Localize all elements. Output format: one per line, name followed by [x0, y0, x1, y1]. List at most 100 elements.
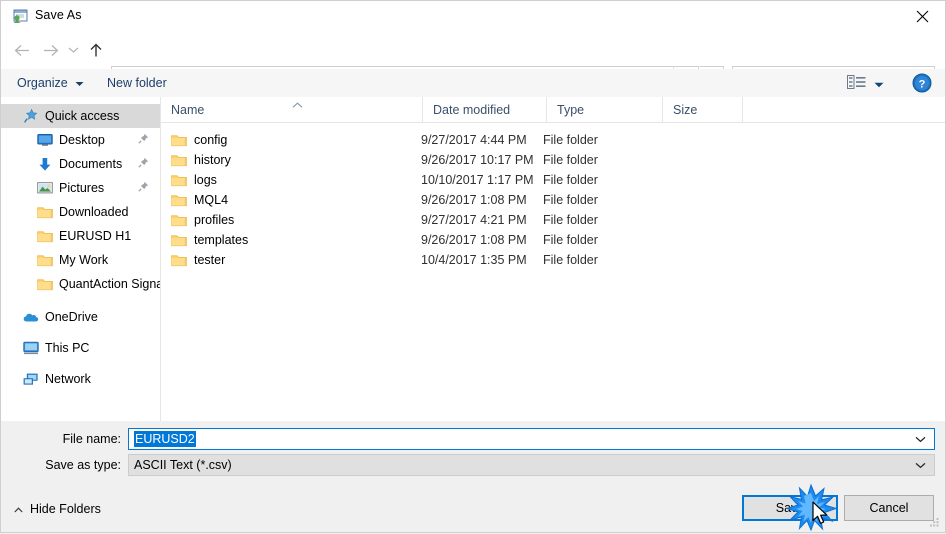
column-header-type[interactable]: Type: [547, 97, 663, 122]
file-type: File folder: [543, 213, 598, 227]
close-icon[interactable]: [899, 1, 945, 31]
change-view-button[interactable]: [847, 74, 884, 93]
file-name-cell: tester: [161, 253, 421, 267]
arrow-left-icon[interactable]: [9, 37, 35, 63]
sidebar-item-label: Downloaded: [59, 205, 129, 219]
resize-grip-icon[interactable]: [929, 517, 940, 528]
arrow-up-icon[interactable]: [83, 37, 109, 63]
network-icon: [23, 371, 39, 387]
file-name: templates: [194, 233, 249, 247]
sidebar-item-label: This PC: [45, 341, 90, 355]
file-type: File folder: [543, 173, 598, 187]
table-row[interactable]: history 9/26/2017 10:17 PM File folder: [161, 150, 945, 170]
sidebar-item-desktop[interactable]: Desktop: [1, 128, 160, 152]
file-name-input[interactable]: EURUSD2: [128, 428, 935, 450]
documents-download-icon: [37, 156, 53, 172]
file-list-pane: Name Date modified Type Size config 9/27…: [161, 97, 945, 421]
sidebar-item-downloaded[interactable]: Downloaded: [1, 200, 160, 224]
file-name: config: [194, 133, 228, 147]
sidebar-item-label: Documents: [59, 157, 123, 171]
new-folder-label: New folder: [107, 76, 167, 90]
hide-folders-button[interactable]: Hide Folders: [14, 502, 101, 516]
file-date: 9/26/2017 10:17 PM: [421, 153, 534, 167]
folder-icon: [171, 233, 187, 247]
file-name-cell: MQL4: [161, 193, 421, 207]
title-bar: Save As: [1, 1, 945, 31]
sidebar-item-quick-access[interactable]: Quick access: [1, 104, 160, 128]
folder-icon: [37, 276, 53, 292]
column-header-size[interactable]: Size: [663, 97, 743, 122]
file-name-cell: history: [161, 153, 421, 167]
organize-button[interactable]: Organize: [17, 74, 84, 92]
table-row[interactable]: logs 10/10/2017 1:17 PM File folder: [161, 170, 945, 190]
caret-down-icon: [75, 76, 84, 90]
command-bar: Organize New folder ?: [1, 69, 945, 98]
new-folder-button[interactable]: New folder: [107, 74, 167, 92]
file-name: tester: [194, 253, 226, 267]
column-header-date-modified[interactable]: Date modified: [423, 97, 547, 122]
column-header-name[interactable]: Name: [161, 97, 423, 122]
sidebar-item-label: Desktop: [59, 133, 105, 147]
caret-down-icon: [874, 77, 884, 91]
star-pin-icon: [23, 108, 39, 124]
column-header-row: Name Date modified Type Size: [161, 97, 945, 123]
caret-up-icon: [14, 502, 23, 516]
desktop-icon: [37, 132, 53, 148]
folder-icon: [37, 204, 53, 220]
onedrive-cloud-icon: [23, 309, 39, 325]
file-type: File folder: [543, 193, 598, 207]
pin-icon[interactable]: [138, 133, 149, 147]
view-layout-icon: [847, 74, 866, 93]
column-header-label: Name: [171, 102, 205, 117]
file-date: 9/26/2017 1:08 PM: [421, 193, 527, 207]
file-name-cell: templates: [161, 233, 421, 247]
chevron-down-icon[interactable]: [915, 436, 926, 443]
file-date: 10/4/2017 1:35 PM: [421, 253, 527, 267]
navigation-pane: Quick access Desktop Documents Pictures …: [1, 97, 161, 421]
sidebar-item-label: EURUSD H1: [59, 229, 132, 243]
save-as-dialog: Save As Organize New folder ? Quick acce…: [0, 0, 946, 533]
sidebar-item-eurusd-h1[interactable]: EURUSD H1: [1, 224, 160, 248]
table-row[interactable]: tester 10/4/2017 1:35 PM File folder: [161, 250, 945, 270]
table-row[interactable]: templates 9/26/2017 1:08 PM File folder: [161, 230, 945, 250]
file-name: profiles: [194, 213, 235, 227]
file-name: history: [194, 153, 231, 167]
navigation-bar: « Roaming ▸ MetaQuotes ▸ Terminal ▸ 9155…: [1, 31, 945, 90]
arrow-right-icon[interactable]: [37, 37, 63, 63]
file-name-label: File name:: [62, 432, 121, 446]
sidebar-item-label: OneDrive: [45, 310, 98, 324]
file-rows: config 9/27/2017 4:44 PM File folder his…: [161, 130, 945, 270]
table-row[interactable]: MQL4 9/26/2017 1:08 PM File folder: [161, 190, 945, 210]
save-as-type-select[interactable]: ASCII Text (*.csv): [128, 454, 935, 476]
sidebar-item-network[interactable]: Network: [1, 367, 160, 391]
file-name-cell: logs: [161, 173, 421, 187]
sidebar-item-pictures[interactable]: Pictures: [1, 176, 160, 200]
chevron-down-icon[interactable]: [915, 462, 926, 469]
save-button[interactable]: Save: [742, 495, 838, 521]
file-date: 9/26/2017 1:08 PM: [421, 233, 527, 247]
pin-icon[interactable]: [138, 181, 149, 195]
table-row[interactable]: config 9/27/2017 4:44 PM File folder: [161, 130, 945, 150]
pin-icon[interactable]: [138, 157, 149, 171]
sidebar-item-my-work[interactable]: My Work: [1, 248, 160, 272]
chevron-down-icon[interactable]: [63, 37, 83, 63]
file-name-cell: profiles: [161, 213, 421, 227]
svg-text:?: ?: [919, 79, 926, 91]
folder-icon: [37, 228, 53, 244]
sidebar-item-label: Network: [45, 372, 91, 386]
help-circle-icon[interactable]: ?: [912, 73, 932, 93]
folder-icon: [171, 193, 187, 207]
window-title: Save As: [35, 8, 82, 22]
sidebar-item-this-pc[interactable]: This PC: [1, 336, 160, 360]
cancel-button[interactable]: Cancel: [844, 495, 934, 521]
folder-icon: [171, 253, 187, 267]
sidebar-item-documents[interactable]: Documents: [1, 152, 160, 176]
sidebar-item-quantaction-signal[interactable]: QuantAction Signal: [1, 272, 160, 296]
file-name: logs: [194, 173, 217, 187]
sidebar-item-onedrive[interactable]: OneDrive: [1, 305, 160, 329]
save-as-app-icon: [12, 9, 28, 24]
table-row[interactable]: profiles 9/27/2017 4:21 PM File folder: [161, 210, 945, 230]
file-type: File folder: [543, 153, 598, 167]
sidebar-item-label: QuantAction Signal: [59, 277, 161, 291]
file-type: File folder: [543, 133, 598, 147]
